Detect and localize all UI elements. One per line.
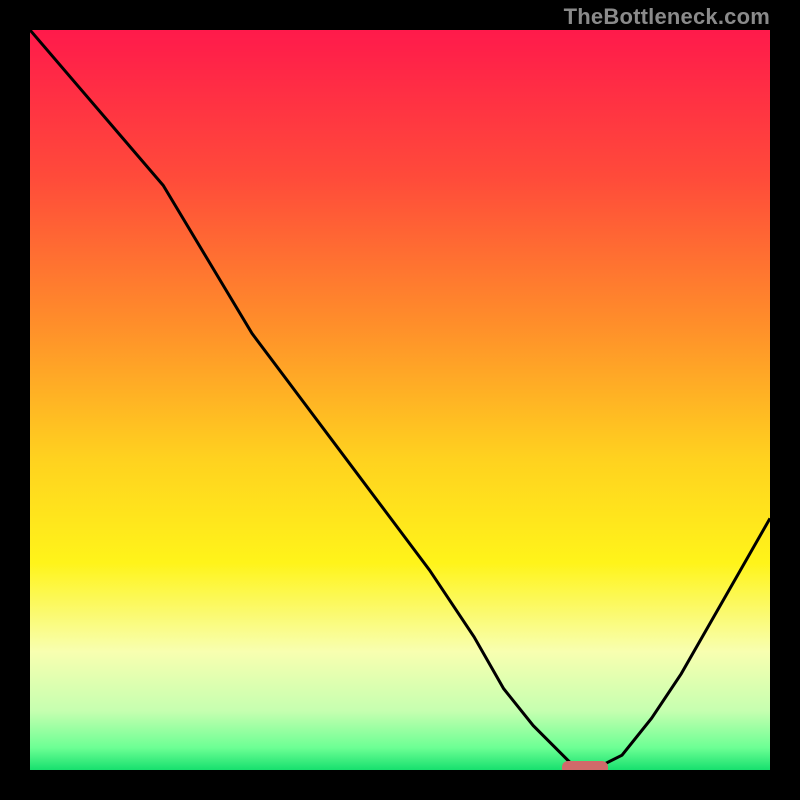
plot-area [30, 30, 770, 770]
chart-svg [30, 30, 770, 770]
optimal-marker [562, 761, 608, 770]
outer-frame: TheBottleneck.com [0, 0, 800, 800]
watermark-text: TheBottleneck.com [564, 4, 770, 30]
gradient-background [30, 30, 770, 770]
